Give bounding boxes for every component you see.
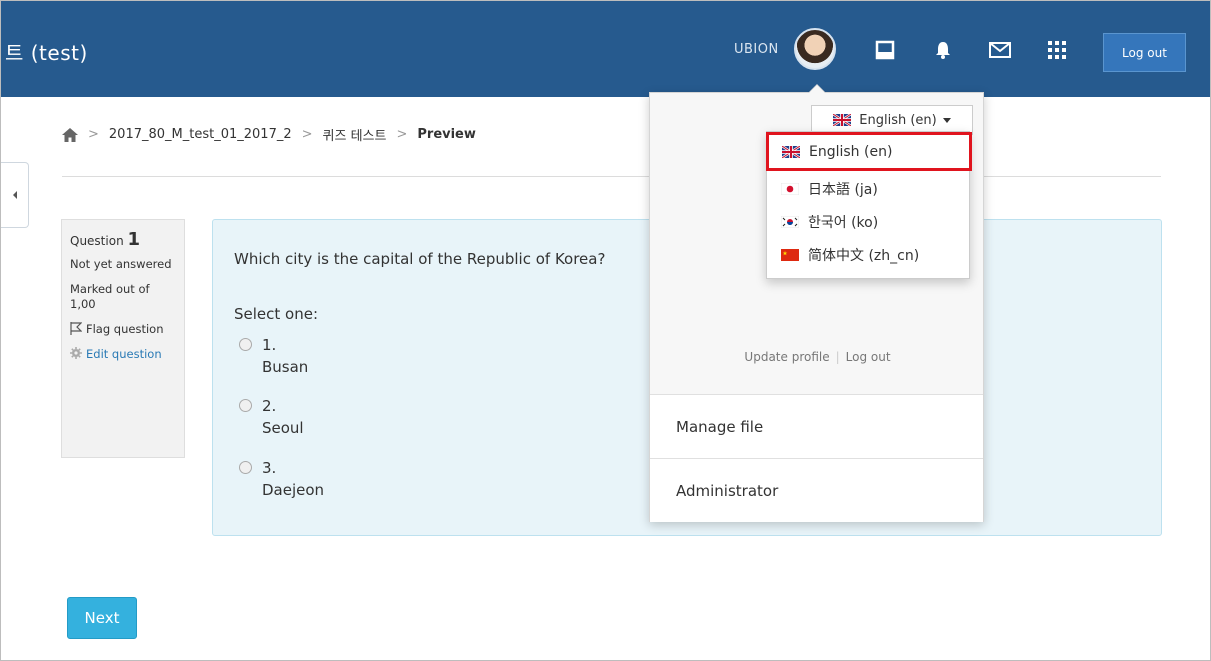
home-icon[interactable] [62,127,78,142]
profile-links: Update profile | Log out [650,350,985,364]
menu-logout-link[interactable]: Log out [846,350,891,364]
user-avatar[interactable] [794,28,836,70]
language-option-ko[interactable]: 한국어 (ko) [767,205,969,238]
edit-question-link[interactable]: Edit question [70,347,176,362]
administrator-item[interactable]: Administrator [650,458,983,522]
radio-button[interactable] [239,338,252,351]
question-number-value: 1 [127,229,141,250]
language-option-en[interactable]: English (en) [766,132,972,171]
language-option-zh[interactable]: 简体中文 (zh_cn) [767,238,969,271]
breadcrumb-separator: > [301,127,313,142]
uk-flag-icon [833,114,852,126]
language-label: English (en) [809,143,893,160]
answer-option[interactable]: 2. Seoul [239,395,304,439]
top-navbar: 트 (test) UBION Log out [1,1,1210,97]
answer-number: 2. [262,397,277,415]
flag-icon [70,322,82,337]
japan-flag-icon [781,182,799,195]
answer-option[interactable]: 3. Daejeon [239,457,324,501]
next-button[interactable]: Next [67,597,137,639]
language-list: English (en) 日本語 (ja) 한국어 (ko) 简体中文 (zh_… [766,131,972,279]
question-text: Which city is the capital of the Republi… [234,250,606,268]
flag-question-link[interactable]: Flag question [70,322,176,337]
question-label: Question [70,234,124,248]
caret-down-icon [942,117,951,123]
apps-grid-icon[interactable] [1044,37,1070,63]
gear-icon [70,347,82,362]
site-title[interactable]: 트 (test) [5,37,88,66]
flag-question-label: Flag question [86,322,164,336]
page-frame: 트 (test) UBION Log out > 2017_80_M_test_… [0,0,1211,661]
window-icon[interactable] [872,37,898,63]
select-prompt: Select one: [234,305,319,323]
breadcrumb-separator: > [396,127,408,142]
caret-left-icon [12,191,17,199]
answer-label: Daejeon [262,481,325,499]
language-option-ja[interactable]: 日本語 (ja) [767,172,969,205]
radio-button[interactable] [239,399,252,412]
breadcrumb-quiz[interactable]: 퀴즈 테스트 [323,125,387,144]
korea-flag-icon [781,215,799,228]
china-flag-icon [781,248,799,261]
breadcrumb-separator: > [88,127,99,142]
answer-option[interactable]: 1. Busan [239,334,308,378]
breadcrumb: > 2017_80_M_test_01_2017_2 > 퀴즈 테스트 > Pr… [62,125,476,144]
language-current-label: English (en) [859,112,937,128]
language-label: 한국어 (ko) [808,214,879,231]
link-separator: | [835,350,840,364]
uk-flag-icon [782,145,800,158]
question-info-panel: Question 1 Not yet answered Marked out o… [61,219,185,458]
answer-number: 1. [262,336,277,354]
question-grade: Marked out of 1,00 [70,282,150,311]
radio-button[interactable] [239,461,252,474]
update-profile-link[interactable]: Update profile [744,350,829,364]
breadcrumb-current: Preview [417,127,476,142]
answer-number: 3. [262,459,277,477]
logout-button[interactable]: Log out [1103,33,1186,72]
bell-icon[interactable] [930,37,956,63]
mail-icon[interactable] [987,37,1013,63]
breadcrumb-course[interactable]: 2017_80_M_test_01_2017_2 [109,127,292,142]
manage-file-item[interactable]: Manage file [650,394,983,458]
language-label: 日本語 (ja) [808,181,878,198]
language-label: 简体中文 (zh_cn) [808,247,920,264]
breadcrumb-divider [62,176,1161,177]
username-label[interactable]: UBION [734,42,779,57]
question-state: Not yet answered [70,257,172,271]
question-number: Question 1 [70,229,176,250]
drawer-toggle-button[interactable] [1,162,29,228]
answer-label: Seoul [262,419,304,437]
answer-label: Busan [262,358,309,376]
edit-question-label: Edit question [86,347,162,361]
